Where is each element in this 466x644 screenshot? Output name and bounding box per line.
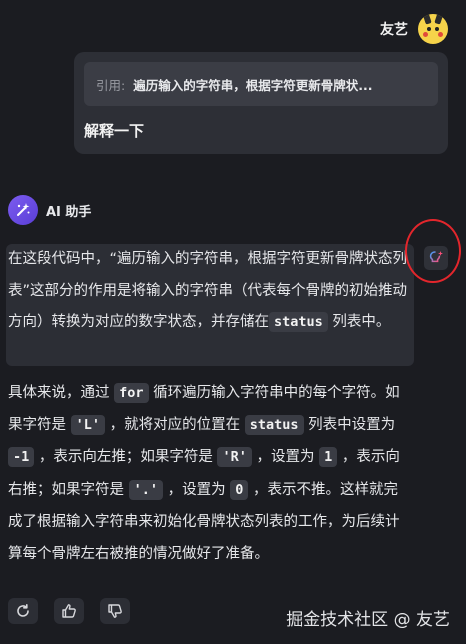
assistant-header: AI 助手 [8,195,91,225]
dislike-button[interactable] [100,598,130,624]
quote-block[interactable]: 引用: 遍历输入的字符串，根据字符更新骨牌状... [84,62,438,106]
thumbs-down-icon [108,604,122,618]
inline-code: status [269,312,328,332]
answer-text: 具体来说，通过 [8,385,115,401]
user-message-text: 解释一下 [84,122,145,140]
user-name: 友艺 [380,22,408,38]
inline-code: 'L' [70,415,105,436]
annotation-circle [405,219,461,283]
answer-paragraph-1: 在这段代码中，“遍历输入的字符串，根据字符更新骨牌状态列表”这部分的作用是将输入… [8,244,408,339]
assistant-name: AI 助手 [46,204,92,220]
inline-code: status [244,415,304,436]
watermark: 掘金技术社区 @ 友艺 [286,610,450,630]
inline-code: 1 [319,447,338,468]
sparkle-icon [8,195,38,225]
message-actions [8,598,130,624]
regenerate-button[interactable] [8,598,38,624]
inline-code: 'R' [217,447,252,468]
inline-code: -1 [8,447,35,468]
inline-code: 0 [230,479,249,500]
answer-text: 列表中设置为 [303,417,396,434]
quote-text: 遍历输入的字符串，根据字符更新骨牌状... [133,77,373,93]
like-button[interactable] [54,598,84,624]
answer-text: ，就将对应的位置在 [105,417,245,434]
quote-label: 引用: [96,77,126,93]
thumbs-up-icon [62,604,76,618]
answer-text: ，设置为 [163,481,231,498]
inline-code: '.' [128,479,163,500]
user-message-bubble: 引用: 遍历输入的字符串，根据字符更新骨牌状... 解释一下 [74,52,448,154]
answer-text: ，设置为 [251,449,320,466]
answer-paragraph-2: 具体来说，通过 for 循环遍历输入字符串中的每个字符。如果字符是 'L' ，就… [8,377,408,570]
refresh-icon [17,604,29,617]
user-header: 友艺 [380,14,448,44]
user-avatar [418,14,448,44]
inline-code: for [114,383,149,403]
answer-text: 列表中。 [327,314,391,330]
answer-text: ，表示向左推；如果字符是 [34,449,218,466]
